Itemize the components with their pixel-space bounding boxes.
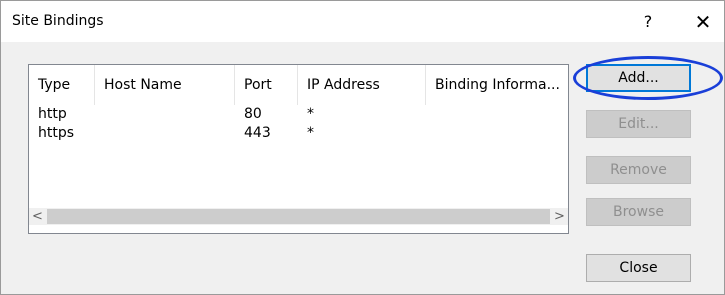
- cell-binding-information: [426, 105, 435, 124]
- cell-ip-address: *: [307, 106, 314, 122]
- close-window-button[interactable]: ✕: [688, 7, 718, 37]
- table-row[interactable]: http 80 *: [29, 105, 568, 124]
- add-button[interactable]: Add...: [586, 64, 691, 92]
- title-bar: Site Bindings ? ✕: [1, 1, 724, 42]
- scroll-left-arrow[interactable]: <: [29, 208, 46, 225]
- table-row[interactable]: https 443 *: [29, 124, 568, 143]
- site-bindings-dialog: Site Bindings ? ✕ Type Host Name Port IP…: [0, 0, 725, 295]
- cell-type: https: [38, 125, 75, 141]
- cell-port: 443: [244, 125, 271, 141]
- column-header-binding-information[interactable]: Binding Informa...: [426, 65, 568, 105]
- help-button[interactable]: ?: [633, 10, 663, 34]
- dialog-title: Site Bindings: [12, 13, 104, 29]
- column-header-ip-address[interactable]: IP Address: [298, 65, 426, 105]
- cell-host-name: [95, 105, 104, 124]
- close-button[interactable]: Close: [586, 254, 691, 282]
- scroll-right-arrow[interactable]: >: [551, 208, 568, 225]
- scrollbar-thumb[interactable]: [47, 209, 550, 224]
- edit-button[interactable]: Edit...: [586, 110, 691, 138]
- remove-button[interactable]: Remove: [586, 156, 691, 184]
- cell-ip-address: *: [307, 125, 314, 141]
- cell-host-name: [95, 124, 104, 143]
- column-header-type[interactable]: Type: [29, 65, 95, 105]
- horizontal-scrollbar[interactable]: < >: [29, 208, 568, 225]
- browse-button[interactable]: Browse: [586, 198, 691, 226]
- list-header: Type Host Name Port IP Address Binding I…: [29, 65, 568, 105]
- cell-port: 80: [244, 106, 262, 122]
- cell-binding-information: [426, 124, 435, 143]
- cell-type: http: [38, 106, 67, 122]
- bindings-list[interactable]: Type Host Name Port IP Address Binding I…: [28, 64, 569, 234]
- column-header-host-name[interactable]: Host Name: [95, 65, 235, 105]
- column-header-port[interactable]: Port: [235, 65, 298, 105]
